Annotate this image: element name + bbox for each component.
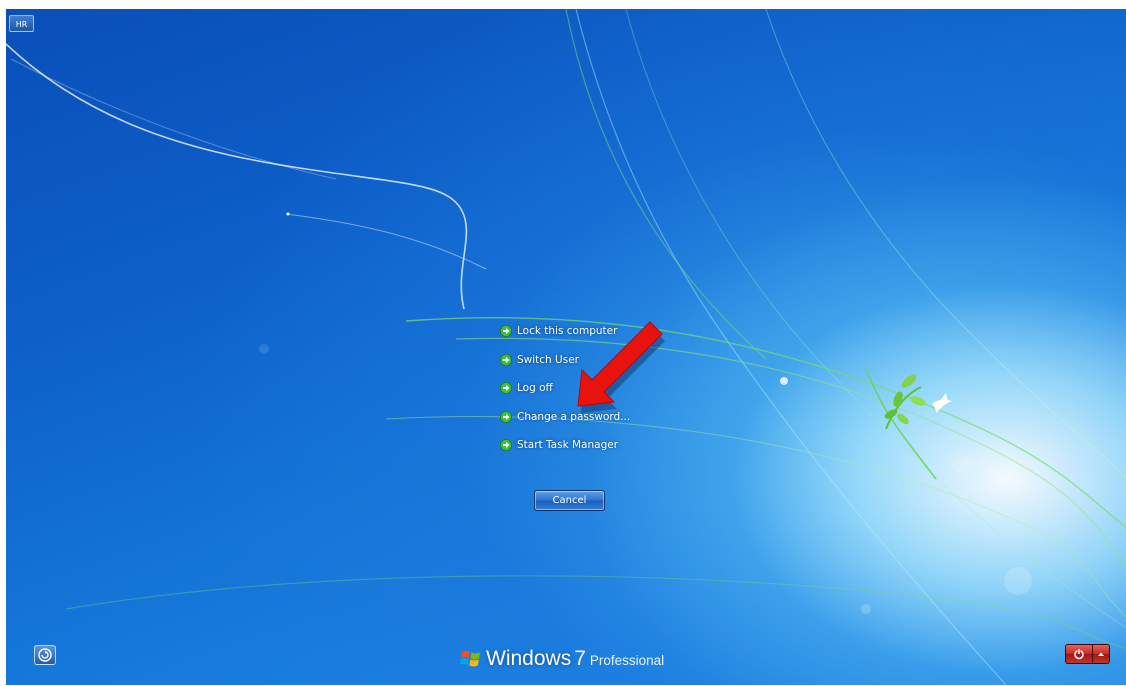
leaf-sprig <box>884 374 926 430</box>
shutdown-button[interactable] <box>1065 644 1092 664</box>
windows-edition: Professional <box>589 653 665 668</box>
red-arrow-icon <box>577 321 665 413</box>
chevron-up-icon <box>1098 652 1104 656</box>
start-task-manager-option[interactable]: Start Task Manager <box>500 431 700 460</box>
windows-flag-icon <box>460 650 480 667</box>
green-arrow-icon <box>500 353 512 366</box>
cancel-button[interactable]: Cancel <box>534 490 605 511</box>
windows-wordmark: Windows <box>486 647 572 670</box>
green-arrow-icon <box>500 382 512 395</box>
input-language-indicator[interactable]: HR <box>9 15 34 32</box>
shutdown-options-button[interactable] <box>1092 644 1110 664</box>
switch-user-label: Switch User <box>517 353 579 366</box>
ease-of-access-icon <box>38 648 52 662</box>
green-arrow-icon <box>500 410 512 423</box>
log-off-label: Log off <box>517 382 553 395</box>
start-task-manager-label: Start Task Manager <box>517 439 619 452</box>
green-arrow-icon <box>500 439 512 452</box>
shutdown-controls <box>1065 644 1110 664</box>
windows-version: 7 <box>574 647 586 670</box>
dove-bird <box>932 393 952 413</box>
power-icon <box>1074 649 1084 660</box>
ease-of-access-button[interactable] <box>34 645 56 665</box>
windows-brand-logo: Windows 7 Professional <box>460 645 664 671</box>
green-arrow-icon <box>500 325 512 338</box>
secure-attention-screen: HR Lock this computer Switch User Log of… <box>6 9 1126 685</box>
